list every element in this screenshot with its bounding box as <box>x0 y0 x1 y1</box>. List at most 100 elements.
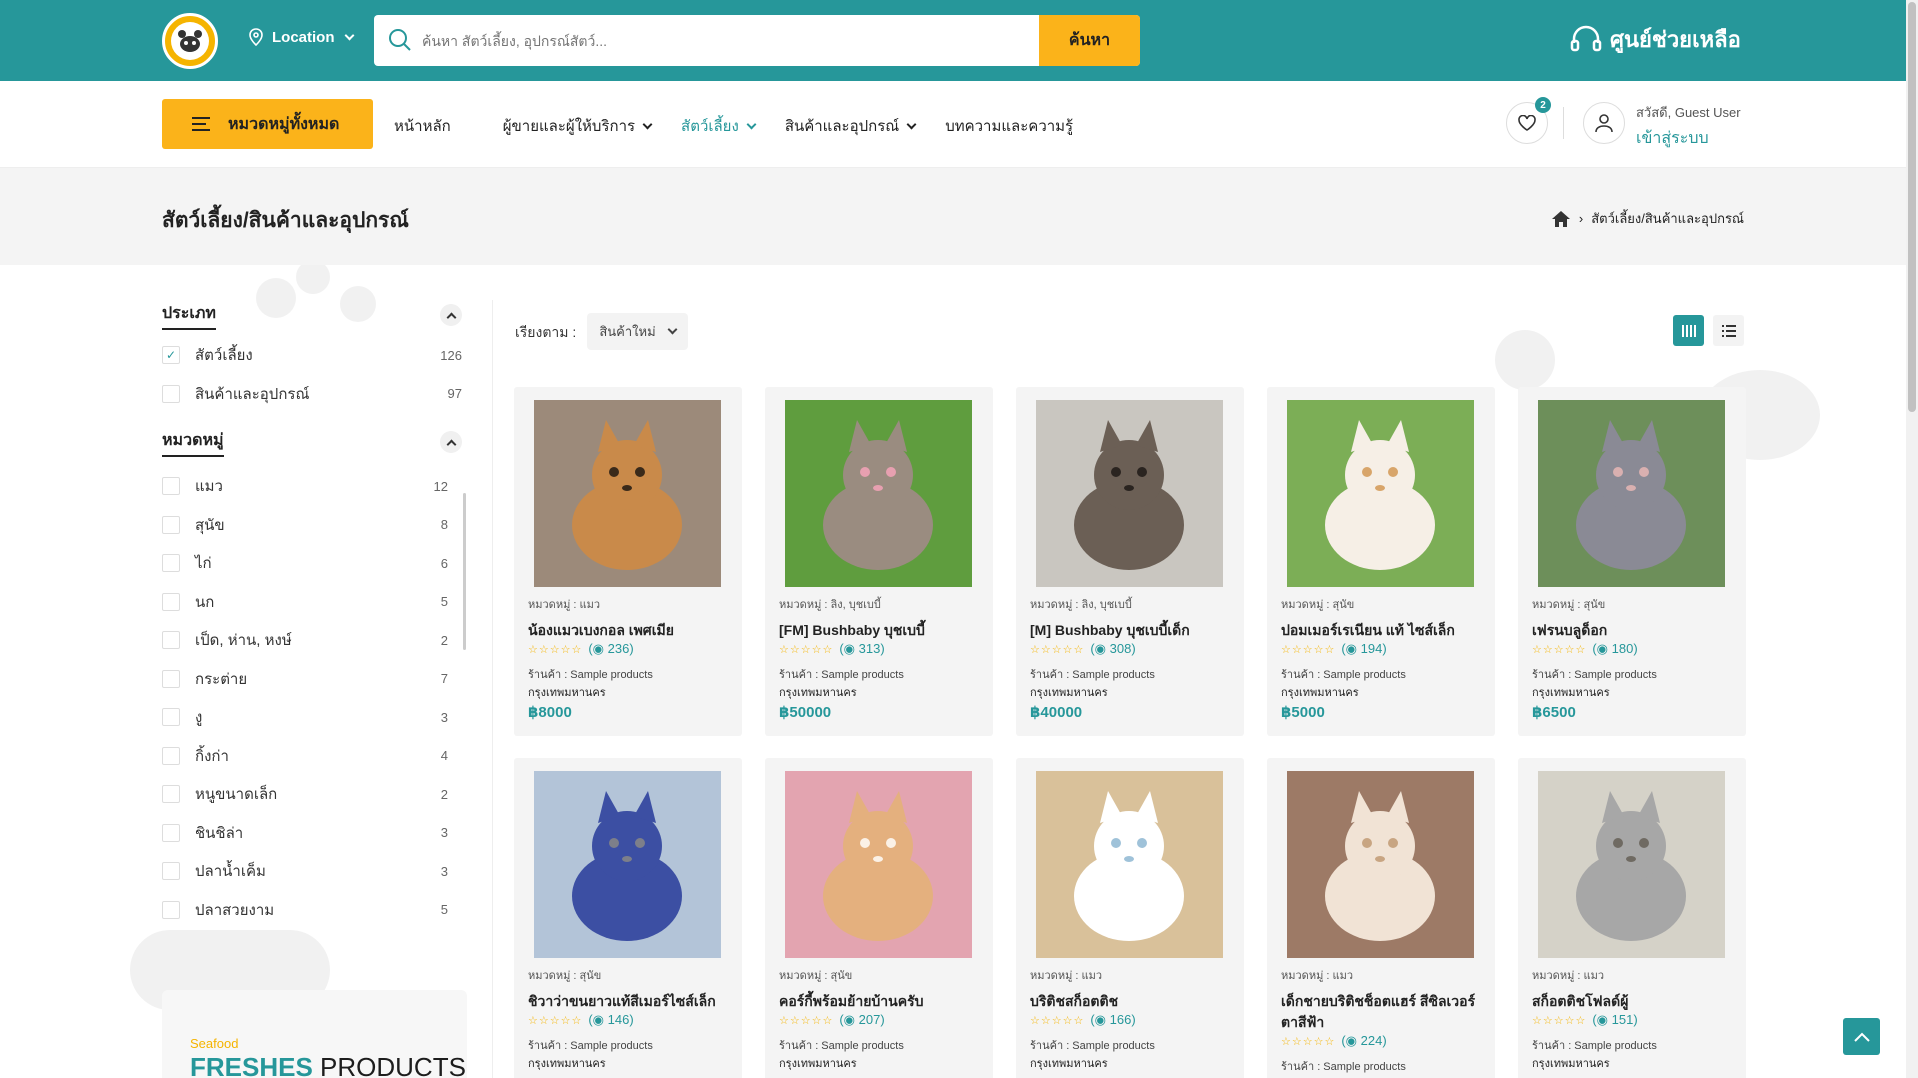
checkbox[interactable] <box>162 669 180 688</box>
nav-home[interactable]: หน้าหลัก <box>394 114 451 138</box>
product-name[interactable]: ชิวาว่าขนยาวแท้สีเมอร์ไซส์เล็ก <box>528 991 733 1012</box>
wishlist-button[interactable]: 2 <box>1506 97 1551 144</box>
views-group: (◉ 236) <box>588 641 634 656</box>
list-view-button[interactable] <box>1713 315 1744 346</box>
filter-category-item[interactable]: ปลาสวยงาม 5 <box>162 891 458 930</box>
view-count: 166 <box>1109 1012 1132 1027</box>
checkbox[interactable] <box>162 477 180 496</box>
filter-category-item[interactable]: เป็ด, ห่าน, หงษ์ 2 <box>162 621 458 660</box>
checkbox[interactable] <box>162 554 180 573</box>
checkbox[interactable] <box>162 708 180 727</box>
product-name[interactable]: ปอมเมอร์เรเนียน แท้ ไซส์เล็ก <box>1281 620 1486 641</box>
product-category: หมวดหมู่ : ลิง, บุชเบบี้ <box>1030 599 1132 611</box>
filter-category-item[interactable]: กระต่าย 7 <box>162 660 458 699</box>
checkbox-checked[interactable]: ✓ <box>162 346 180 365</box>
product-card[interactable]: หมวดหมู่ : สุนัข เฟรนบลูด็อก ☆☆☆☆☆ (◉ 180) ร… <box>1518 387 1746 736</box>
product-name[interactable]: เฟรนบลูด็อก <box>1532 620 1737 641</box>
filter-category-item[interactable]: กิ้งก่า 4 <box>162 737 458 776</box>
product-card[interactable]: หมวดหมู่ : แมว น้องแมวเบงกอล เพศเมีย ☆☆☆☆☆… <box>514 387 742 736</box>
product-rating: ☆☆☆☆☆ (◉ 224) <box>1281 1033 1387 1049</box>
product-image[interactable] <box>534 400 721 587</box>
product-category: หมวดหมู่ : แมว <box>1532 970 1605 982</box>
checkbox[interactable] <box>162 823 180 842</box>
product-card[interactable]: หมวดหมู่ : ลิง, บุชเบบี้ [M] Bushbaby บุช… <box>1016 387 1244 736</box>
product-image[interactable] <box>1538 400 1725 587</box>
product-name[interactable]: น้องแมวเบงกอล เพศเมีย <box>528 620 733 641</box>
product-card[interactable]: หมวดหมู่ : แมว บริติชสก็อตติช ☆☆☆☆☆ (◉ 166)… <box>1016 758 1244 1078</box>
nav-sellers[interactable]: ผู้ขายและผู้ให้บริการ <box>503 114 653 138</box>
collapse-toggle[interactable] <box>440 304 462 326</box>
product-name[interactable]: บริติชสก็อตติช <box>1030 991 1235 1012</box>
product-card[interactable]: หมวดหมู่ : สุนัข ชิวาว่าขนยาวแท้สีเมอร์ไซ… <box>514 758 742 1078</box>
product-image[interactable] <box>1287 400 1474 587</box>
filter-category-item[interactable]: หนูขนาดเล็ก 2 <box>162 775 458 814</box>
type-filter-header[interactable]: ประเภท <box>162 300 462 330</box>
product-card[interactable]: หมวดหมู่ : แมว เด็กชายบริติชช็อตแฮร์ สีซิ… <box>1267 758 1495 1078</box>
filter-label: สุนัข <box>195 516 225 534</box>
checkbox[interactable] <box>162 384 180 403</box>
checkbox[interactable] <box>162 631 180 650</box>
filter-category-item[interactable]: นก 5 <box>162 583 458 622</box>
filter-label: กระต่าย <box>195 670 248 688</box>
product-image[interactable] <box>1036 400 1223 587</box>
checkbox[interactable] <box>162 785 180 804</box>
product-image[interactable] <box>785 771 972 958</box>
search-button[interactable]: ค้นหา <box>1039 15 1140 66</box>
checkbox[interactable] <box>162 746 180 765</box>
checkbox[interactable] <box>162 862 180 881</box>
divider <box>1563 107 1564 139</box>
divider <box>492 300 493 1078</box>
nav-pets[interactable]: สัตว์เลี้ยง <box>681 114 757 138</box>
chevron-down-icon <box>906 119 917 129</box>
sort-select[interactable]: สินค้าใหม่ <box>587 313 688 350</box>
product-card[interactable]: หมวดหมู่ : สุนัข คอร์กี้พร้อมย้ายบ้านครับ… <box>765 758 993 1078</box>
product-name[interactable]: เด็กชายบริติชช็อตแฮร์ สีซิลเวอร์ตาสีฟ้า <box>1281 991 1486 1033</box>
filter-category-item[interactable]: ไก่ 6 <box>162 544 458 583</box>
site-logo[interactable] <box>162 13 218 69</box>
home-icon[interactable] <box>1551 210 1571 228</box>
breadcrumb-current: สัตว์เลี้ยง/สินค้าและอุปกรณ์ <box>1591 211 1744 226</box>
promo-banner[interactable]: Seafood FRESHES PRODUCTS <box>162 990 467 1078</box>
checkbox[interactable] <box>162 592 180 611</box>
nav-products[interactable]: สินค้าและอุปกรณ์ <box>785 114 917 138</box>
page-scrollbar[interactable] <box>1906 0 1918 1078</box>
checkbox[interactable] <box>162 900 180 919</box>
checkbox[interactable] <box>162 515 180 534</box>
product-card[interactable]: หมวดหมู่ : ลิง, บุชเบบี้ [FM] Bushbaby บุ… <box>765 387 993 736</box>
back-to-top-button[interactable] <box>1843 1018 1880 1055</box>
help-center-link[interactable]: ศูนย์ช่วยเหลือ <box>1570 22 1741 57</box>
filter-category-item[interactable]: ปลาน้ำเค็ม 3 <box>162 852 458 891</box>
search-input[interactable] <box>422 15 1012 66</box>
product-card[interactable]: หมวดหมู่ : สุนัข ปอมเมอร์เรเนียน แท้ ไซส์… <box>1267 387 1495 736</box>
filter-type-pets[interactable]: ✓ สัตว์เลี้ยง 126 <box>162 336 462 375</box>
all-categories-button[interactable]: หมวดหมู่ทั้งหมด <box>162 99 373 149</box>
grid-view-button[interactable] <box>1673 315 1704 346</box>
product-photo <box>785 400 972 587</box>
product-name[interactable]: คอร์กี้พร้อมย้ายบ้านครับ <box>779 991 984 1012</box>
product-card[interactable]: หมวดหมู่ : แมว สก็อตติชโฟลด์ผู้ ☆☆☆☆☆ (◉ 15… <box>1518 758 1746 1078</box>
collapse-toggle[interactable] <box>440 431 462 453</box>
category-scrollbar[interactable] <box>463 493 466 650</box>
product-image[interactable] <box>1036 771 1223 958</box>
product-name[interactable]: สก็อตติชโฟลด์ผู้ <box>1532 991 1737 1012</box>
product-image[interactable] <box>1538 771 1725 958</box>
filter-type-products[interactable]: สินค้าและอุปกรณ์ 97 <box>162 375 462 414</box>
nav-articles[interactable]: บทความและความรู้ <box>945 114 1073 138</box>
product-image[interactable] <box>534 771 721 958</box>
views-group: (◉ 224) <box>1341 1033 1387 1048</box>
product-name[interactable]: [FM] Bushbaby บุชเบบี้ <box>779 620 984 641</box>
filter-category-item[interactable]: แมว 12 <box>162 467 458 506</box>
product-category: หมวดหมู่ : ลิง, บุชเบบี้ <box>779 599 881 611</box>
login-link[interactable]: เข้าสู่ระบบ <box>1636 126 1741 151</box>
eye-icon: ◉ <box>1596 641 1608 656</box>
product-name[interactable]: [M] Bushbaby บุชเบบี้เด็ก <box>1030 620 1235 641</box>
location-selector[interactable]: Location <box>248 28 354 46</box>
category-filter-header[interactable]: หมวดหมู่ <box>162 427 462 457</box>
filter-category-item[interactable]: สุนัข 8 <box>162 506 458 545</box>
user-avatar[interactable] <box>1583 102 1625 144</box>
filter-category-item[interactable]: งู 3 <box>162 698 458 737</box>
filter-category-item[interactable]: ชินชิล่า 3 <box>162 814 458 853</box>
product-image[interactable] <box>785 400 972 587</box>
product-image[interactable] <box>1287 771 1474 958</box>
chevron-down-icon <box>344 30 354 40</box>
